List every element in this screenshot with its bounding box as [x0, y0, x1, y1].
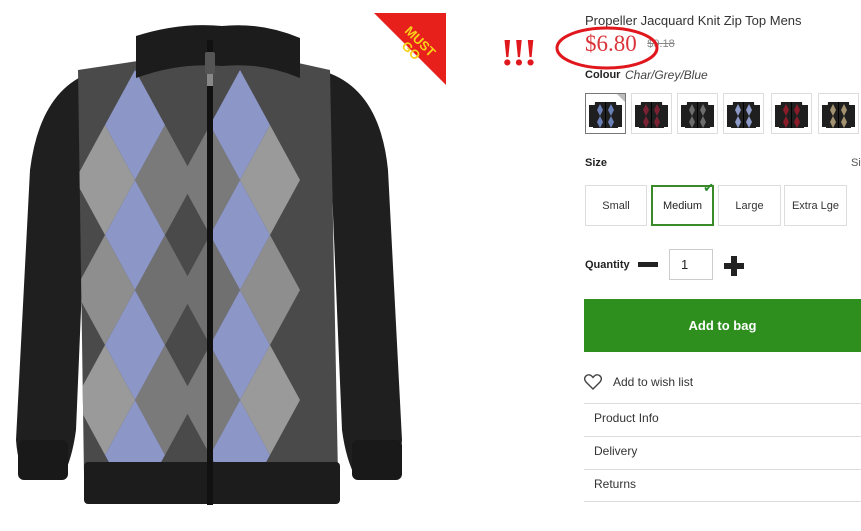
colour-swatch-4[interactable] — [723, 93, 764, 134]
decrease-quantity-button[interactable] — [638, 262, 658, 267]
size-option-label: Large — [735, 199, 764, 212]
size-option-label: Extra Lge — [791, 199, 840, 212]
size-option-medium[interactable]: Medium ✔ — [651, 180, 714, 226]
exclamation-annotation: !!! — [501, 32, 537, 74]
swatch-thumbnail — [681, 102, 714, 128]
returns-row[interactable]: Returns — [584, 469, 861, 502]
heart-icon — [584, 374, 602, 390]
checkmark-icon: ✔ — [703, 180, 714, 195]
colour-label: Colour — [585, 69, 621, 81]
quantity-label: Quantity — [585, 259, 630, 271]
size-guide-link[interactable]: Si — [851, 157, 861, 169]
swatch-thumbnail — [822, 102, 855, 128]
product-info-row[interactable]: Product Info — [584, 403, 861, 436]
size-option-small[interactable]: Small — [585, 185, 647, 226]
size-label: Size — [585, 157, 608, 169]
size-option-label: Medium — [662, 199, 703, 212]
add-to-wishlist-link[interactable]: Add to wish list — [584, 372, 693, 392]
delivery-row[interactable]: Delivery — [584, 436, 861, 469]
size-option-label: Small — [602, 199, 630, 212]
size-option-extra-large[interactable]: Extra Lge — [784, 185, 847, 226]
wishlist-label: Add to wish list — [613, 375, 694, 389]
colour-value: Char/Grey/Blue — [625, 68, 708, 82]
add-to-bag-button[interactable]: Add to bag — [584, 299, 861, 352]
swatch-thumbnail — [775, 102, 808, 128]
colour-swatch-3[interactable] — [677, 93, 718, 134]
info-row-label: Returns — [594, 477, 637, 491]
increase-quantity-button[interactable] — [724, 256, 744, 276]
colour-swatch-1[interactable] — [585, 93, 626, 134]
info-row-label: Delivery — [594, 444, 638, 458]
colour-swatch-6[interactable] — [818, 93, 859, 134]
swatch-thumbnail — [635, 102, 668, 128]
size-option-large[interactable]: Large — [718, 185, 781, 226]
colour-swatch-5[interactable] — [771, 93, 812, 134]
info-row-label: Product Info — [594, 411, 659, 425]
colour-swatch-2[interactable] — [631, 93, 672, 134]
quantity-input[interactable] — [669, 249, 713, 280]
must-go-badge: MUST GO — [374, 13, 446, 85]
swatch-thumbnail — [727, 102, 760, 128]
selected-corner-icon — [617, 94, 625, 102]
price-annotation-circle — [555, 26, 659, 70]
